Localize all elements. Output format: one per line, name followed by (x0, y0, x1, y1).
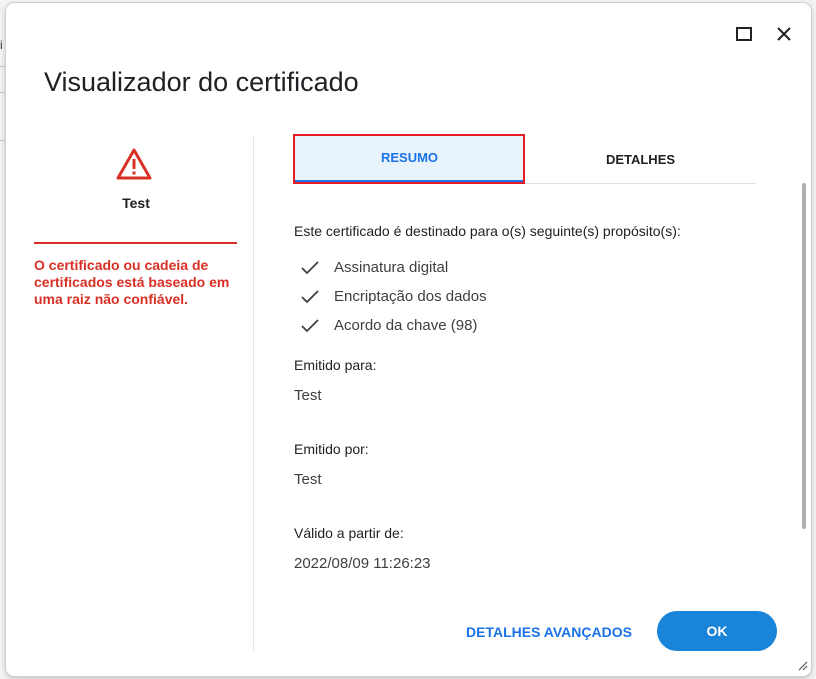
list-item: Assinatura digital (294, 253, 774, 282)
certificate-name: Test (122, 195, 150, 211)
checkmark-icon (301, 289, 319, 303)
purpose-heading: Este certificado é destinado para o(s) s… (294, 223, 681, 239)
close-icon (777, 27, 791, 41)
tab-bar: RESUMO DETALHES (294, 135, 756, 184)
warning-triangle-icon (116, 148, 152, 180)
checkmark-icon (301, 318, 319, 332)
issued-to-label: Emitido para: (294, 357, 377, 373)
background-text: i (0, 38, 3, 52)
dialog-title: Visualizador do certificado (44, 67, 359, 97)
purpose-label: Assinatura digital (334, 259, 449, 276)
certificate-summary-pane: Test O certificado ou cadeia de certific… (6, 136, 254, 656)
scrollbar[interactable] (802, 183, 806, 529)
issued-to-value: Test (294, 387, 322, 404)
issued-by-value: Test (294, 471, 322, 488)
resize-grip-icon[interactable] (796, 659, 808, 671)
pane-separator (253, 136, 254, 651)
list-item: Encriptação dos dados (294, 282, 774, 311)
issued-by-label: Emitido por: (294, 441, 369, 457)
tab-detalhes[interactable]: DETALHES (525, 135, 756, 183)
advanced-details-button[interactable]: DETALHES AVANÇADOS (464, 613, 634, 651)
certificate-viewer-dialog: Visualizador do certificado Test O certi… (6, 3, 811, 676)
summary-content: Este certificado é destinado para o(s) s… (294, 223, 774, 572)
checkmark-icon (301, 260, 319, 274)
tab-resumo[interactable]: RESUMO (294, 135, 525, 183)
purpose-list: Assinatura digital Encriptação dos dados… (294, 253, 774, 340)
ok-button[interactable]: OK (657, 611, 777, 651)
list-item: Acordo da chave (98) (294, 311, 774, 340)
close-button[interactable] (770, 20, 798, 48)
untrusted-root-warning: O certificado ou cadeia de certificados … (34, 257, 230, 307)
purpose-label: Encriptação dos dados (334, 288, 487, 305)
purpose-label: Acordo da chave (98) (334, 317, 478, 334)
valid-from-label: Válido a partir de: (294, 525, 404, 541)
valid-from-value: 2022/08/09 11:26:23 (294, 555, 431, 572)
warning-divider (34, 242, 237, 244)
maximize-icon (736, 27, 752, 41)
maximize-button[interactable] (730, 20, 758, 48)
